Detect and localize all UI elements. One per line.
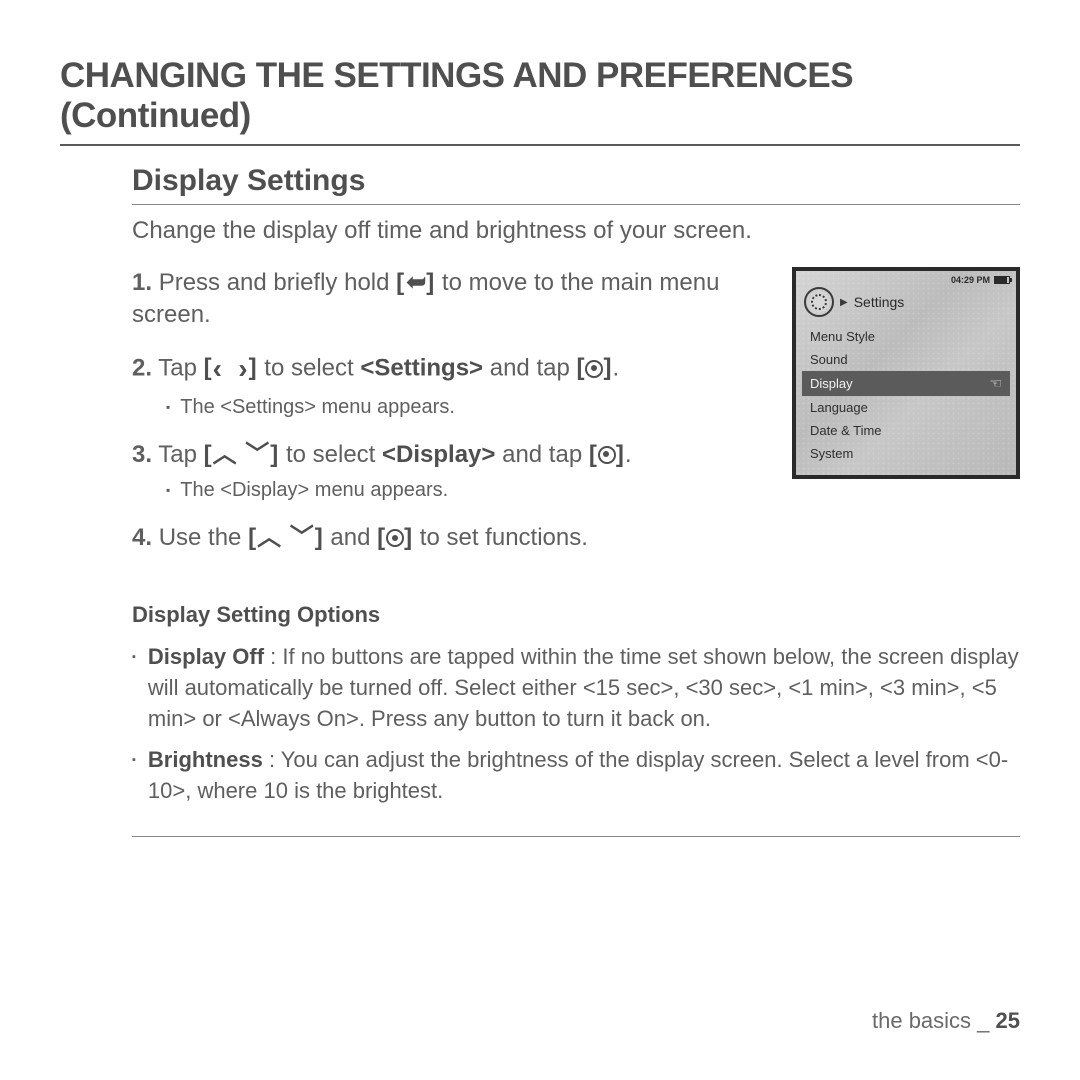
steps-list: 1. Press and briefly hold [➥] to move to… <box>132 267 792 572</box>
section-heading-display-settings: Display Settings <box>132 164 1020 205</box>
option-brightness: ▪ Brightness : You can adjust the bright… <box>132 745 1020 807</box>
step-2-sub: The <Settings> menu appears. <box>166 394 772 421</box>
step-3: 3. Tap [︿ ﹀] to select <Display> and tap… <box>132 439 772 504</box>
up-down-key-icon: [︿ ﹀] <box>248 522 324 554</box>
device-menu-item: Date & Time <box>802 419 1010 442</box>
page-heading: CHANGING THE SETTINGS AND PREFERENCES (C… <box>60 56 1020 146</box>
device-status-bar: 04:29 PM <box>796 271 1016 285</box>
select-key-icon: [] <box>589 439 625 471</box>
device-menu-item-selected: Display ☜ <box>802 371 1010 396</box>
option-display-off: ▪ Display Off : If no buttons are tapped… <box>132 642 1020 734</box>
device-menu-item: Language <box>802 396 1010 419</box>
intro-text: Change the display off time and brightne… <box>132 217 1020 245</box>
device-menu: Menu Style Sound Display ☜ Language Date… <box>796 325 1016 465</box>
options-heading: Display Setting Options <box>132 602 1020 628</box>
options-list: ▪ Display Off : If no buttons are tapped… <box>132 642 1020 837</box>
step-4: 4. Use the [︿ ﹀] and [] to set functions… <box>132 522 772 554</box>
device-menu-item: Sound <box>802 348 1010 371</box>
step-2: 2. Tap [‹ ›] to select <Settings> and ta… <box>132 350 772 421</box>
gear-icon <box>804 287 834 317</box>
up-down-key-icon: [︿ ﹀] <box>204 439 280 471</box>
page-footer: the basics _ 25 <box>872 1008 1020 1034</box>
device-title-row: ▶ Settings <box>796 285 1016 325</box>
back-key-icon: [➥] <box>396 267 435 299</box>
battery-icon <box>994 276 1010 284</box>
device-menu-item: System <box>802 442 1010 465</box>
device-time: 04:29 PM <box>951 275 990 285</box>
device-title: Settings <box>854 294 905 310</box>
pointer-hand-icon: ☜ <box>989 375 1002 392</box>
device-screenshot: 04:29 PM ▶ Settings Menu Style Sound Dis… <box>792 267 1020 479</box>
select-key-icon: [] <box>377 522 413 554</box>
select-key-icon: [] <box>576 352 612 384</box>
step-1: 1. Press and briefly hold [➥] to move to… <box>132 267 772 332</box>
step-3-sub: The <Display> menu appears. <box>166 477 772 504</box>
play-icon: ▶ <box>840 297 848 308</box>
left-right-key-icon: [‹ ›] <box>204 350 258 388</box>
device-menu-item: Menu Style <box>802 325 1010 348</box>
